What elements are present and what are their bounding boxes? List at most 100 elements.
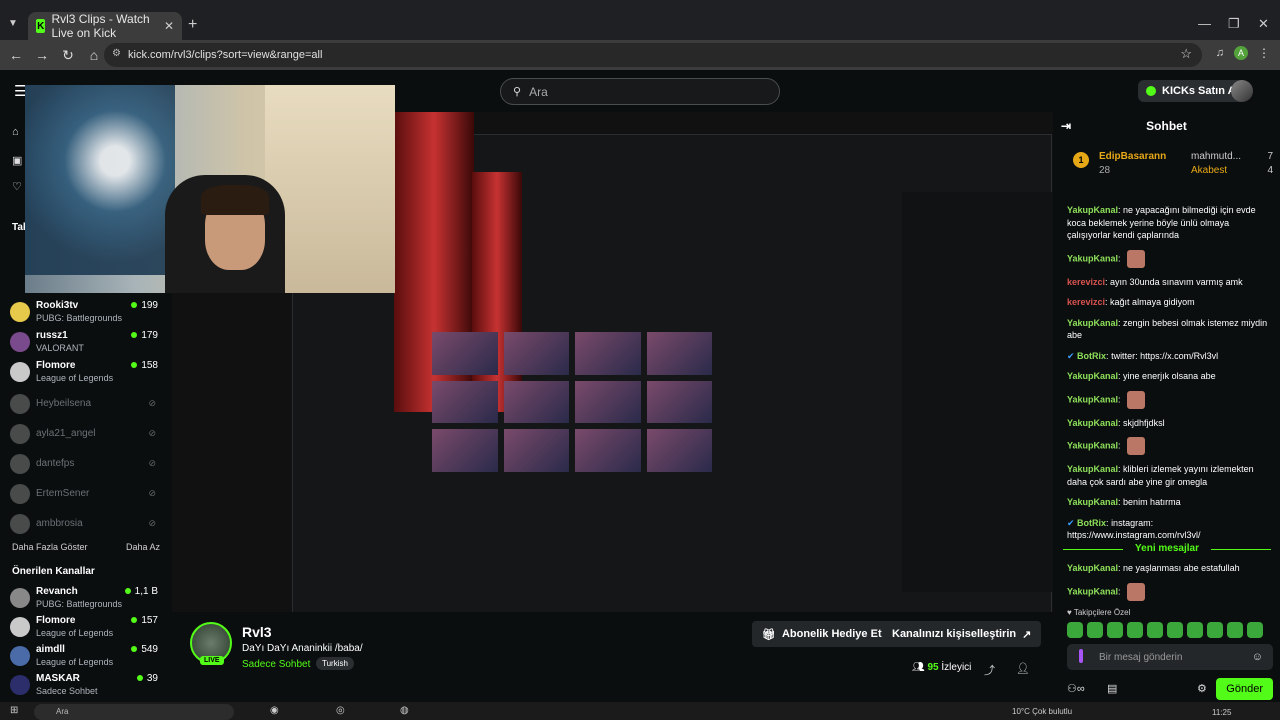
emote[interactable] (1127, 622, 1143, 638)
send-button[interactable]: Gönder (1216, 678, 1273, 700)
search-input[interactable]: ⚲ Ara (500, 78, 780, 105)
collapse-chat-icon[interactable]: ⇥ (1061, 112, 1071, 140)
clip-thumbnail (575, 429, 641, 472)
restore-icon[interactable]: ❐ (1228, 16, 1240, 32)
leader-user[interactable]: Akabest (1191, 165, 1227, 176)
recommended-channel[interactable]: aimdll League of Legends 549 (10, 644, 170, 672)
gift-sub-button[interactable]: 🎁︎ Abonelik Hediye Et (752, 621, 892, 647)
close-tab-icon[interactable]: ✕ (164, 19, 174, 33)
bot-badge-icon: ✔ (1067, 350, 1078, 361)
url-field[interactable]: ⚙ kick.com/rvl3/clips?sort=view&range=al… (104, 43, 1202, 67)
emote[interactable] (1067, 622, 1083, 638)
chat-username[interactable]: YakupKanal (1067, 205, 1118, 215)
sidebar-channel-offline[interactable]: ErtemSener ⊘ (10, 482, 170, 510)
kicks-coin-icon (1146, 86, 1156, 96)
browser-tab[interactable]: K Rvl3 Clips - Watch Live on Kick ✕ (28, 12, 182, 40)
home-nav-icon[interactable]: ⌂ (12, 126, 19, 138)
show-less-link[interactable]: Daha Az (126, 542, 160, 552)
emote[interactable] (1107, 622, 1123, 638)
emote[interactable] (1167, 622, 1183, 638)
new-tab-icon[interactable]: + (188, 16, 197, 34)
emote[interactable] (1207, 622, 1223, 638)
bookmark-star-icon[interactable]: ☆ (1180, 46, 1192, 62)
show-more-link[interactable]: Daha Fazla Göster (12, 542, 88, 552)
channel-avatar (10, 646, 30, 666)
browse-nav-icon[interactable]: ▣ (12, 154, 22, 167)
chat-username[interactable]: kerevizci (1067, 277, 1105, 287)
chat-username[interactable]: BotRix (1077, 518, 1106, 528)
emote[interactable] (1087, 622, 1103, 638)
following-nav-icon[interactable]: ♡ (12, 180, 22, 193)
stream-category[interactable]: Sadece Sohbet (242, 659, 310, 670)
forward-icon[interactable]: → (30, 47, 54, 63)
sidebar-channel[interactable]: Flomore League of Legends 158 (10, 360, 170, 388)
close-window-icon[interactable]: ✕ (1258, 16, 1269, 32)
recommended-channel[interactable]: Flomore League of Legends 157 (10, 615, 170, 643)
chat-username[interactable]: BotRix (1077, 351, 1106, 361)
user-avatar[interactable] (1231, 80, 1253, 102)
emote[interactable] (1147, 622, 1163, 638)
kick-favicon-icon: K (36, 19, 46, 33)
share-icon[interactable]: ⤴ (984, 662, 995, 678)
emote[interactable] (1247, 622, 1263, 638)
emoji-picker-icon[interactable]: ☺ (1252, 651, 1263, 663)
home-icon[interactable]: ⌂ (82, 47, 106, 63)
chat-username[interactable]: YakupKanal (1067, 563, 1118, 573)
sidebar-channel[interactable]: russz1 VALORANT 179 (10, 330, 170, 358)
leader-user[interactable]: EdipBasarann (1099, 151, 1166, 162)
channel-avatar (10, 362, 30, 382)
taskbar-search[interactable]: Ara (34, 704, 234, 720)
sidebar-channel-offline[interactable]: ayla21_angel ⊘ (10, 422, 170, 450)
menu-dots-icon[interactable]: ⋮ (1258, 46, 1270, 60)
channel-name: Flomore (36, 360, 76, 371)
follow-user-icon[interactable]: 👤︎ (1016, 662, 1030, 675)
spotify-icon[interactable]: ◍ (400, 705, 409, 716)
discord-icon[interactable]: ◉ (270, 705, 279, 716)
chrome-icon[interactable]: ◎ (336, 705, 345, 716)
chat-username[interactable]: YakupKanal (1067, 418, 1118, 428)
chat-text: kağıt almaya gidiyom (1110, 297, 1195, 307)
chat-username[interactable]: YakupKanal (1067, 371, 1118, 381)
channel-name[interactable]: Rvl3 (242, 624, 272, 640)
channel-avatar (10, 332, 30, 352)
viewer-count: 👥︎ 95 İzleyici (912, 662, 971, 673)
chat-username[interactable]: kerevizci (1067, 297, 1105, 307)
chat-username[interactable]: YakupKanal (1067, 318, 1118, 328)
chat-username[interactable]: YakupKanal (1067, 440, 1118, 450)
sidebar-channel[interactable]: Rooki3tv PUBG: Battlegrounds 199 (10, 300, 170, 328)
offline-icon: ⊘ (148, 398, 156, 408)
emote[interactable] (1187, 622, 1203, 638)
media-icon[interactable]: ♫ (1216, 47, 1224, 59)
sidebar-channel-offline[interactable]: Heybeilsena ⊘ (10, 392, 170, 420)
chat-username[interactable]: YakupKanal (1067, 497, 1118, 507)
reload-icon[interactable]: ↻ (56, 47, 80, 64)
profile-avatar[interactable]: A (1234, 46, 1248, 60)
customize-channel-button[interactable]: Kanalınızı kişiselleştirin ↗ (882, 621, 1042, 647)
sidebar-channel-offline[interactable]: dantefps ⊘ (10, 452, 170, 480)
windows-start-icon[interactable]: ⊞ (10, 705, 18, 716)
chat-username[interactable]: YakupKanal (1067, 253, 1118, 263)
chat-username[interactable]: YakupKanal (1067, 464, 1118, 474)
tab-list-icon[interactable]: ▼ (8, 18, 18, 29)
recommended-channel[interactable]: Revanch PUBG: Battlegrounds 1,1 B (10, 586, 170, 614)
viewers-icon: 👥︎ (912, 662, 925, 673)
channel-viewers: 549 (131, 644, 158, 655)
chat-username[interactable]: YakupKanal (1067, 586, 1118, 596)
emote[interactable] (1227, 622, 1243, 638)
new-messages-divider[interactable]: Yeni mesajlar (1063, 543, 1271, 554)
chat-input[interactable]: Bir mesaj gönderin ☺ (1067, 644, 1273, 670)
live-badge: LIVE (200, 656, 224, 665)
recommended-channel[interactable]: MASKAR Sadece Sohbet 39 (10, 673, 170, 701)
back-icon[interactable]: ← (4, 47, 28, 63)
language-tag[interactable]: Turkish (316, 657, 354, 670)
sidebar-channel-offline[interactable]: ambbrosia ⊘ (10, 512, 170, 540)
points-icon[interactable]: ⚇∞ (1067, 682, 1085, 695)
site-info-icon[interactable]: ⚙ (112, 48, 121, 59)
chat-settings-icon[interactable]: ⚙ (1197, 682, 1207, 695)
gift-box-icon[interactable]: ▤ (1107, 682, 1117, 695)
leader-user[interactable]: mahmutd... (1191, 151, 1241, 162)
chat-message: YakupKanal: ne yapacağını bilmediği için… (1067, 205, 1256, 240)
minimize-icon[interactable]: — (1198, 16, 1211, 31)
chat-message: YakupKanal: skjdhfjdksl (1067, 417, 1165, 428)
chat-username[interactable]: YakupKanal (1067, 394, 1118, 404)
